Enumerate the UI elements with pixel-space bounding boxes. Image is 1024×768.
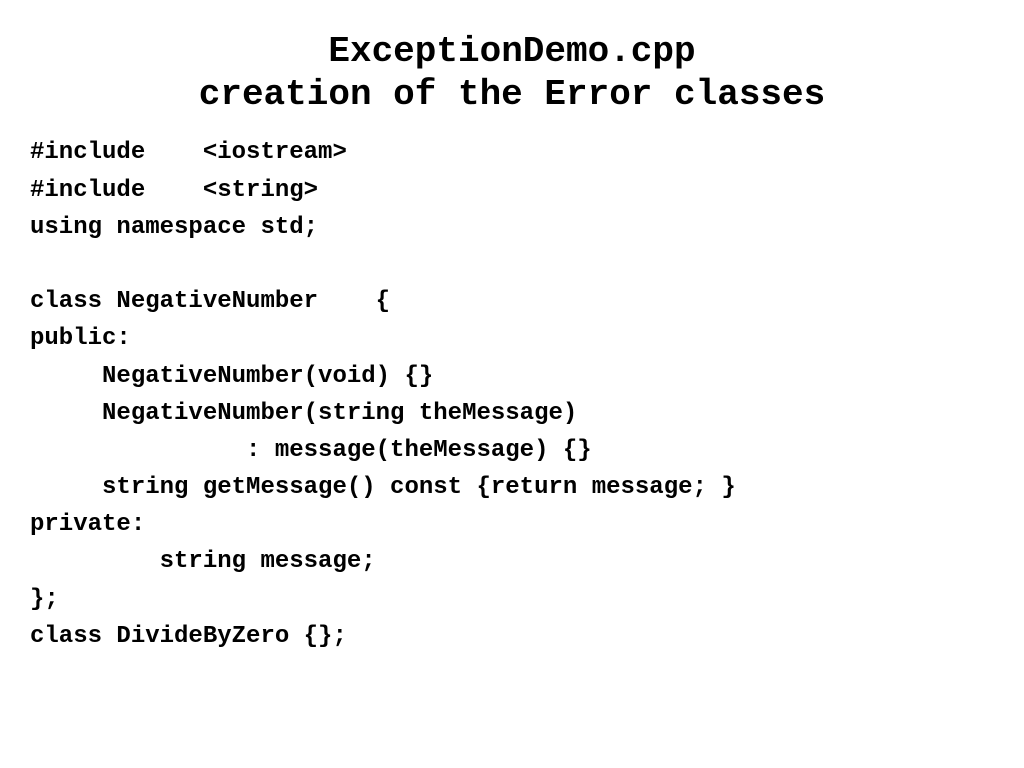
code-listing: #include <iostream> #include <string> us…: [30, 134, 994, 655]
code-line: using namespace std;: [30, 214, 318, 241]
code-line: public:: [30, 325, 131, 352]
code-line: string message;: [30, 548, 376, 575]
code-line: #include <iostream>: [30, 139, 347, 166]
code-line: string getMessage() const {return messag…: [30, 474, 736, 501]
code-line: class NegativeNumber {: [30, 288, 390, 315]
code-line: };: [30, 586, 59, 613]
code-line: NegativeNumber(void) {}: [30, 363, 433, 390]
code-line: : message(theMessage) {}: [30, 437, 592, 464]
code-line: #include <string>: [30, 177, 318, 204]
title-line-1: ExceptionDemo.cpp: [30, 30, 994, 73]
code-line: NegativeNumber(string theMessage): [30, 400, 577, 427]
slide-title-block: ExceptionDemo.cpp creation of the Error …: [30, 30, 994, 116]
title-line-2: creation of the Error classes: [30, 73, 994, 116]
code-line: class DivideByZero {};: [30, 623, 347, 650]
code-line: private:: [30, 511, 145, 538]
